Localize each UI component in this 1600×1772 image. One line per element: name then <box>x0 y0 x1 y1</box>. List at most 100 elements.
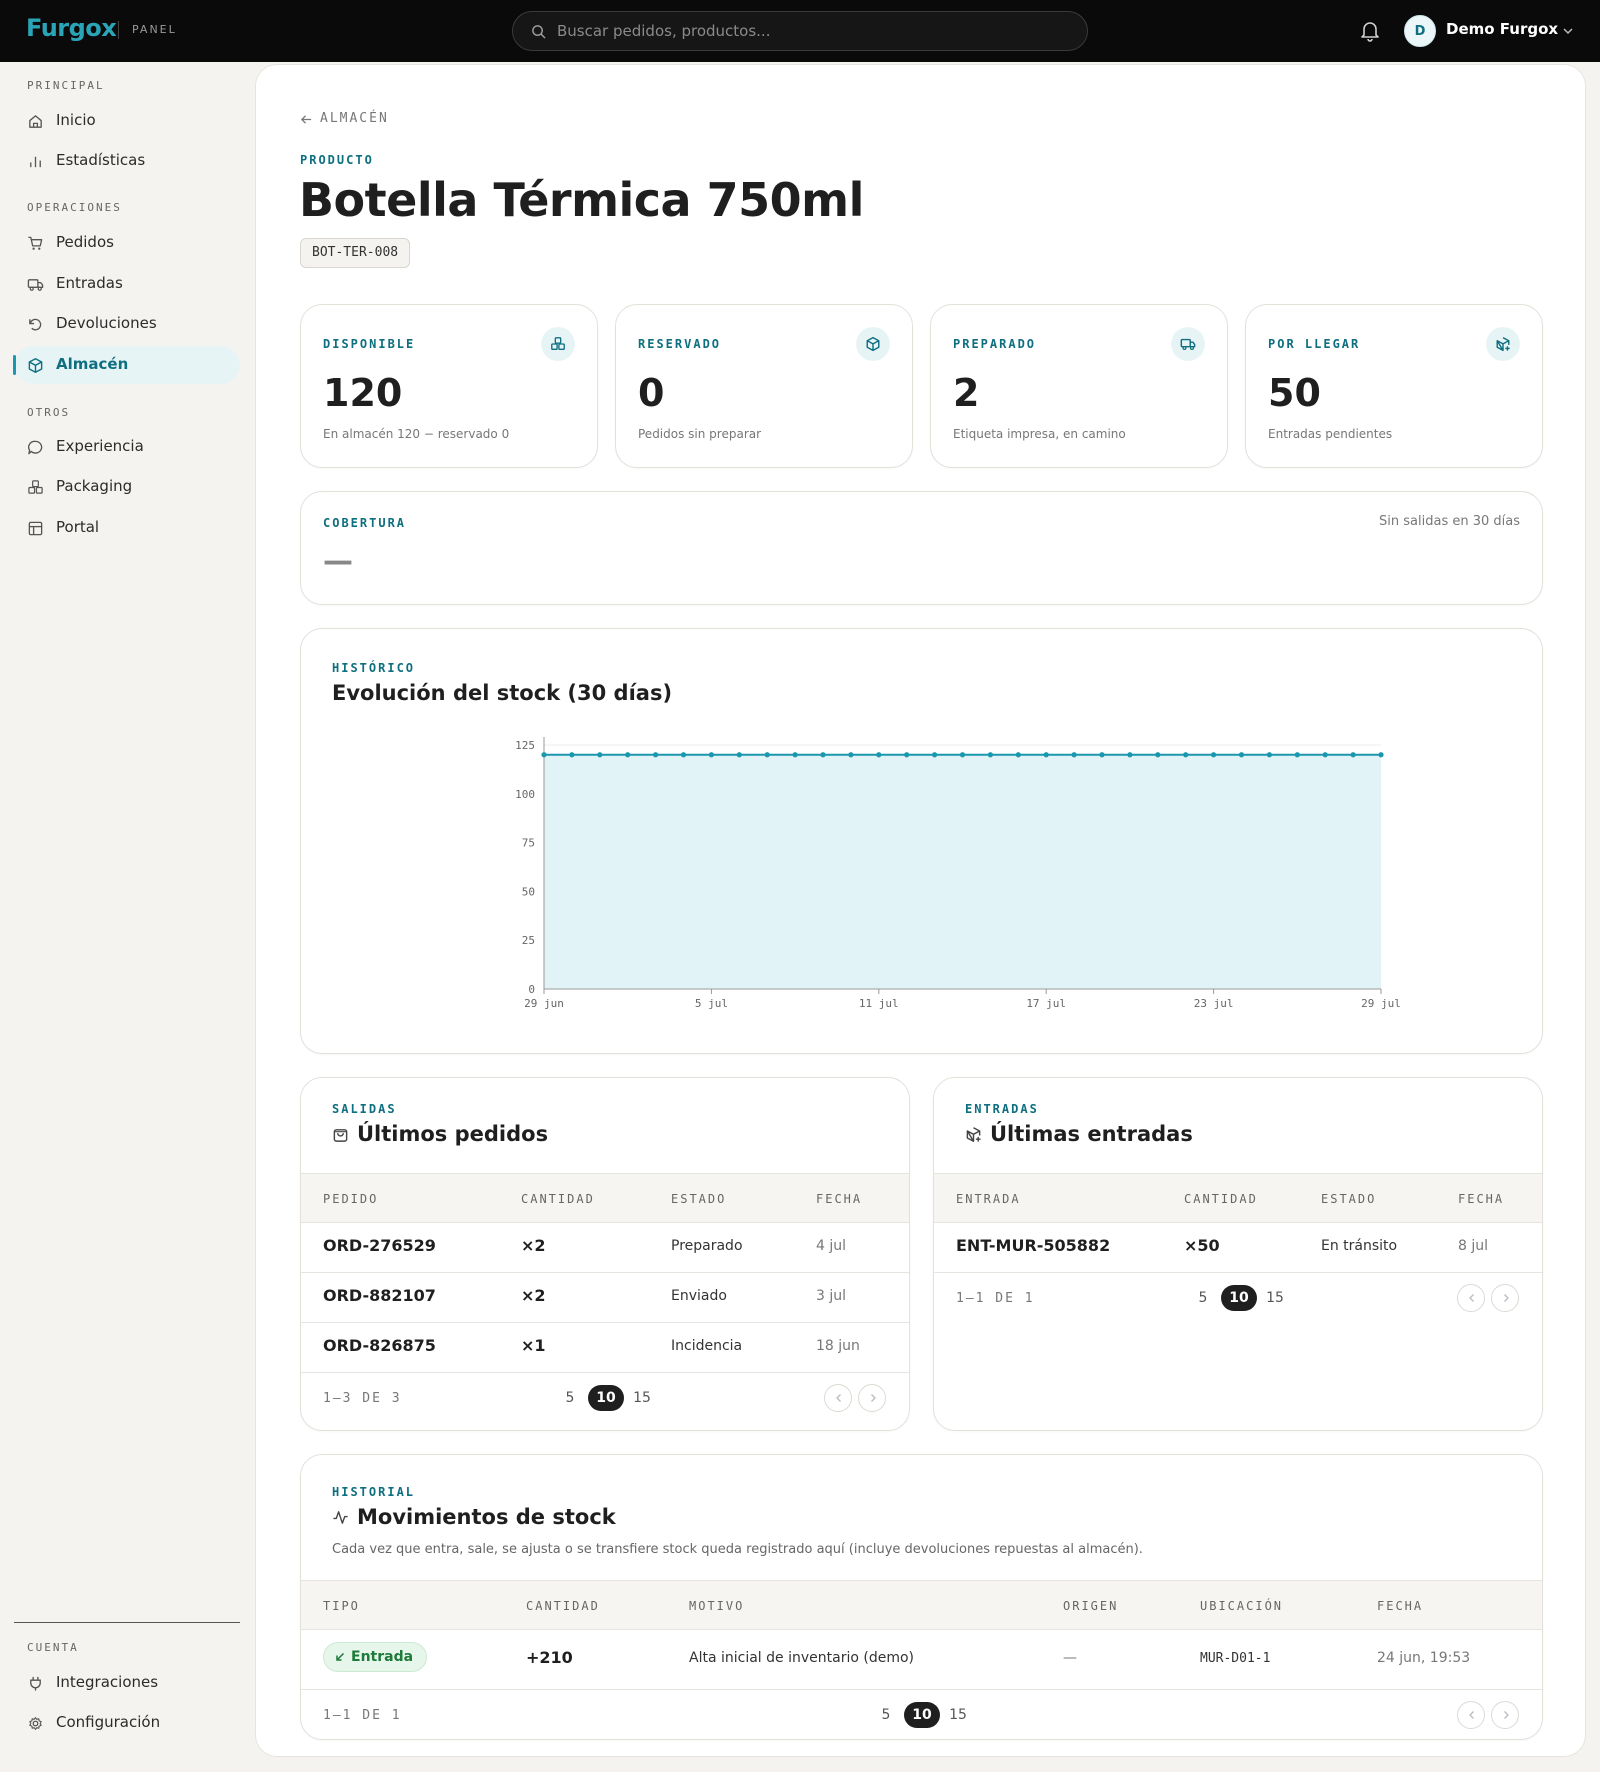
data-point <box>904 752 910 758</box>
layout-icon <box>28 521 43 536</box>
sidebar-item-label: Integraciones <box>56 1673 159 1691</box>
stat-label: PREPARADO <box>953 337 1037 351</box>
prev-page-button[interactable] <box>1457 1284 1485 1312</box>
movement-type-badge: Entrada <box>323 1642 428 1672</box>
x-tick-label: 11 jul <box>859 997 899 1010</box>
sidebar-item-packaging[interactable]: Packaging <box>14 468 240 506</box>
page-size-option-active[interactable]: 10 <box>1221 1285 1257 1311</box>
column-header: FECHA <box>816 1192 863 1206</box>
movement-origin: — <box>1063 1650 1077 1666</box>
order-qty: ×1 <box>521 1336 546 1355</box>
order-qty: ×2 <box>521 1286 546 1305</box>
page-size-option-active[interactable]: 10 <box>588 1385 624 1411</box>
data-point <box>876 752 882 758</box>
y-tick-label: 125 <box>515 739 535 752</box>
sidebar-item-entradas[interactable]: Entradas <box>14 265 240 303</box>
page-size-option[interactable]: 5 <box>1189 1285 1217 1311</box>
sidebar-item-estadisticas[interactable]: Estadísticas <box>14 142 240 180</box>
table-header: ENTRADA CANTIDAD ESTADO FECHA <box>934 1173 1542 1223</box>
area-fill <box>544 754 1381 989</box>
boxes-icon <box>551 337 565 350</box>
pagination-count: 1–1 DE 1 <box>323 1708 402 1723</box>
sidebar-item-experiencia[interactable]: Experiencia <box>14 428 240 466</box>
order-date: 3 jul <box>816 1288 847 1304</box>
rotate-ccw-icon <box>29 318 42 331</box>
cart-icon <box>28 236 43 250</box>
stat-value: 50 <box>1268 371 1321 415</box>
stat-value: 0 <box>638 371 665 415</box>
sidebar-section-otros: OTROS <box>27 406 71 419</box>
data-point <box>820 752 826 758</box>
page-size-option-active[interactable]: 10 <box>904 1702 940 1728</box>
coverage-card: COBERTURA Sin salidas en 30 días — <box>300 491 1543 605</box>
movement-qty: +210 <box>526 1648 573 1667</box>
coverage-label: COBERTURA <box>323 516 407 530</box>
page-size-selector: 5 10 15 <box>556 1385 666 1411</box>
stat-icon-badge <box>541 327 575 361</box>
sidebar-item-almacen[interactable]: Almacén <box>13 346 240 384</box>
movimientos-title: Movimientos de stock <box>332 1505 616 1529</box>
prev-page-button[interactable] <box>824 1384 852 1412</box>
sidebar-item-inicio[interactable]: Inicio <box>14 102 240 140</box>
page-size-option[interactable]: 15 <box>944 1702 972 1728</box>
next-page-button[interactable] <box>858 1384 886 1412</box>
data-point <box>1183 752 1189 758</box>
sidebar: PRINCIPAL Inicio Estadísticas OPERACIONE… <box>0 62 254 1772</box>
y-tick-label: 100 <box>515 788 535 801</box>
arrow-down-left-icon <box>336 1652 345 1661</box>
entry-id[interactable]: ENT-MUR-505882 <box>956 1236 1110 1255</box>
x-tick-label: 29 jun <box>524 997 564 1010</box>
next-page-button[interactable] <box>1491 1284 1519 1312</box>
data-point <box>653 752 659 758</box>
table-row[interactable]: ORD-882107 ×2 Enviado 3 jul <box>301 1273 909 1323</box>
data-point <box>1015 752 1021 758</box>
data-point <box>1294 752 1300 758</box>
table-row[interactable]: ORD-276529 ×2 Preparado 4 jul <box>301 1223 909 1273</box>
table-row[interactable]: Entrada +210 Alta inicial de inventario … <box>301 1630 1542 1690</box>
back-link[interactable]: ALMACÉN <box>300 111 389 126</box>
prev-page-button[interactable] <box>1457 1701 1485 1729</box>
sidebar-item-label: Portal <box>56 518 100 536</box>
table-row[interactable]: ORD-826875 ×1 Incidencia 18 jun <box>301 1323 909 1373</box>
main-panel: ALMACÉN PRODUCTO Botella Térmica 750ml B… <box>255 64 1586 1757</box>
y-tick-label: 50 <box>522 885 535 898</box>
data-point <box>736 752 742 758</box>
pagination: 1–1 DE 1 5 10 15 <box>934 1273 1542 1323</box>
data-point <box>1322 752 1328 758</box>
brand-logo[interactable]: Furgox <box>26 14 117 42</box>
page-size-option[interactable]: 15 <box>628 1385 656 1411</box>
order-id[interactable]: ORD-882107 <box>323 1286 436 1305</box>
salidas-card: SALIDAS Últimos pedidos PEDIDO CANTIDAD … <box>300 1077 910 1431</box>
table-header: TIPO CANTIDAD MOTIVO ORIGEN UBICACIÓN FE… <box>301 1580 1542 1630</box>
stat-subtext: Etiqueta impresa, en camino <box>953 427 1126 441</box>
page-size-option[interactable]: 5 <box>556 1385 584 1411</box>
page-size-option[interactable]: 15 <box>1261 1285 1289 1311</box>
order-id[interactable]: ORD-826875 <box>323 1336 436 1355</box>
order-id[interactable]: ORD-276529 <box>323 1236 436 1255</box>
box-icon <box>866 336 880 352</box>
page-size-option[interactable]: 5 <box>872 1702 900 1728</box>
chevron-left-icon <box>1469 1711 1474 1719</box>
chevron-right-icon <box>1504 1294 1509 1302</box>
search-input[interactable] <box>557 12 1077 50</box>
stat-value: 2 <box>953 371 980 415</box>
back-label: ALMACÉN <box>320 111 389 126</box>
sidebar-item-integraciones[interactable]: Integraciones <box>14 1664 240 1702</box>
next-page-button[interactable] <box>1491 1701 1519 1729</box>
y-tick-label: 25 <box>522 934 535 947</box>
sidebar-item-label: Entradas <box>56 274 123 292</box>
stat-card-por-llegar: POR LLEGAR 50 Entradas pendientes <box>1245 304 1543 468</box>
table-row[interactable]: ENT-MUR-505882 ×50 En tránsito 8 jul <box>934 1223 1542 1273</box>
search-bar[interactable] <box>512 11 1088 51</box>
data-point <box>1043 752 1049 758</box>
chevron-down-icon <box>1563 28 1573 35</box>
history-eyebrow: HISTÓRICO <box>332 661 416 675</box>
movimientos-title-text: Movimientos de stock <box>357 1505 616 1529</box>
sidebar-item-pedidos[interactable]: Pedidos <box>14 224 240 262</box>
sidebar-item-label: Packaging <box>56 477 133 495</box>
sidebar-item-portal[interactable]: Portal <box>14 509 240 547</box>
sidebar-item-configuracion[interactable]: Configuración <box>14 1704 240 1742</box>
sidebar-item-devoluciones[interactable]: Devoluciones <box>14 305 240 343</box>
bell-icon[interactable] <box>1360 20 1380 42</box>
movement-type: Entrada <box>351 1649 414 1665</box>
